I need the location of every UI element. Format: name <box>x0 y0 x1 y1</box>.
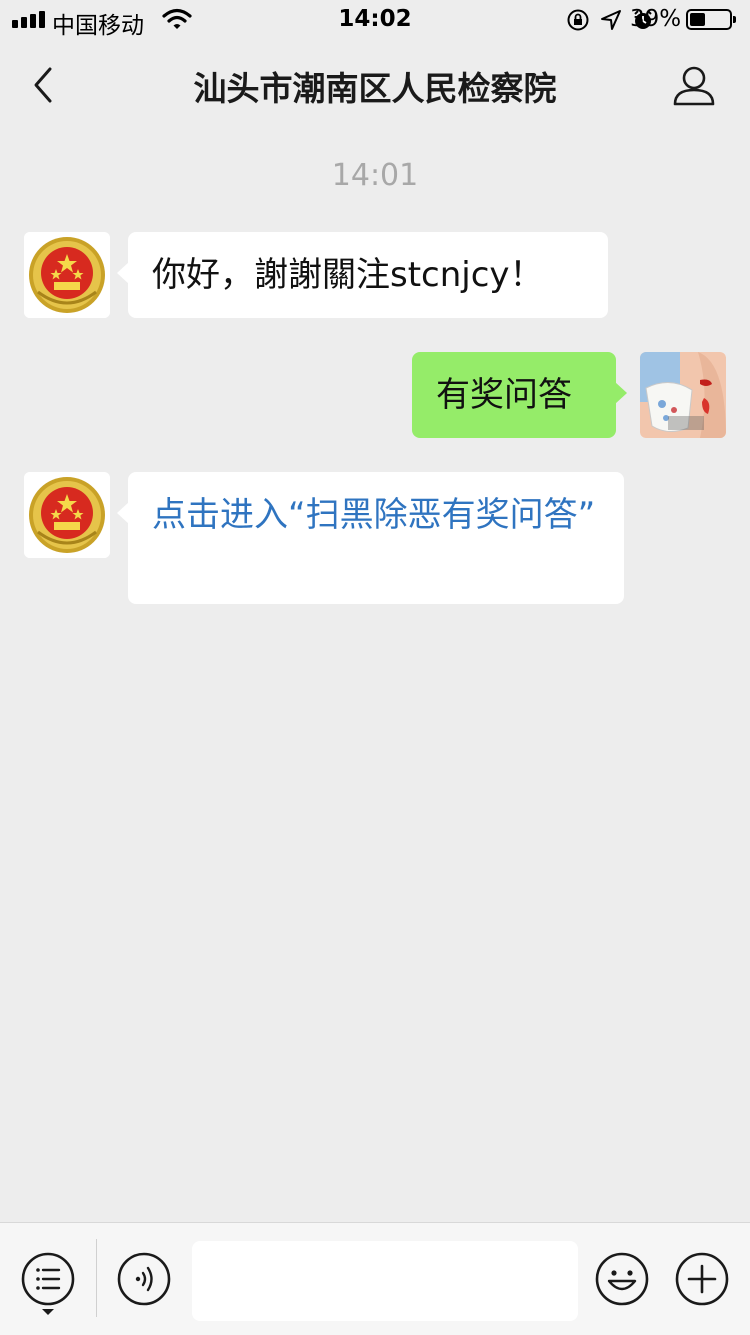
message-link-bubble[interactable]: 点击进入“扫黑除恶有奖问答” <box>117 472 624 604</box>
page-title: 汕头市潮南区人民检察院 <box>193 69 557 108</box>
status-bar: 中国移动 14:02 39% <box>0 0 750 40</box>
voice-icon[interactable] <box>116 1251 172 1311</box>
nav-bar: 汕头市潮南区人民检察院 <box>0 40 750 130</box>
procuratorate-avatar[interactable] <box>24 472 110 558</box>
message-text: 你好，謝謝關注stcnjcy！ <box>152 255 544 295</box>
battery-icon <box>686 9 736 30</box>
toolbar-divider <box>96 1239 97 1317</box>
procuratorate-emblem-icon <box>24 232 110 318</box>
emoji-icon[interactable] <box>594 1251 650 1311</box>
battery-percent: 39% <box>630 6 682 32</box>
message-text: 有奖问答 <box>436 375 572 415</box>
plus-icon[interactable] <box>674 1251 730 1311</box>
user-avatar-image <box>640 352 726 438</box>
message-timestamp: 14:01 <box>331 158 419 193</box>
input-toolbar <box>0 1222 750 1335</box>
menu-list-icon[interactable] <box>20 1251 76 1323</box>
profile-icon[interactable] <box>672 64 716 112</box>
lock-rotation-icon <box>566 8 590 36</box>
location-icon <box>600 9 622 35</box>
user-avatar[interactable] <box>640 352 726 438</box>
message-bubble[interactable]: 你好，謝謝關注stcnjcy！ <box>117 232 608 318</box>
message-input[interactable] <box>192 1241 578 1321</box>
procuratorate-emblem-icon <box>24 472 110 558</box>
procuratorate-avatar[interactable] <box>24 232 110 318</box>
battery-fill <box>690 13 705 26</box>
message-link-text[interactable]: 点击进入“扫黑除恶有奖问答” <box>152 495 595 535</box>
message-bubble[interactable]: 有奖问答 <box>412 352 627 438</box>
